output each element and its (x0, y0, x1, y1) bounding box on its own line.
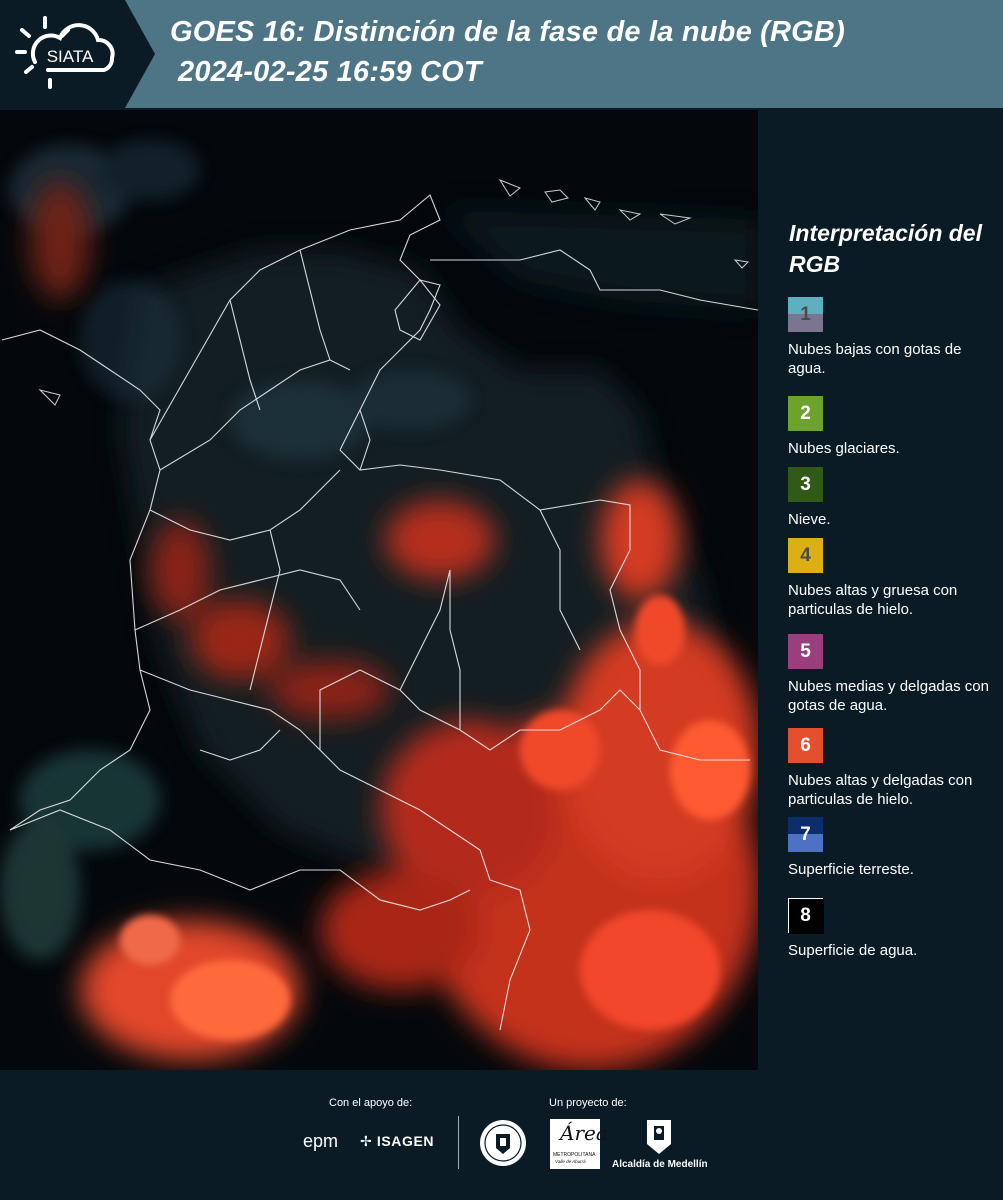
legend-swatch: 8 (788, 898, 824, 934)
legend-number: 2 (800, 402, 811, 424)
university-seal-icon[interactable] (478, 1118, 528, 1168)
satellite-map[interactable] (0, 110, 758, 1070)
legend-swatch: 2 (788, 396, 823, 431)
svg-text:SIATA: SIATA (47, 47, 94, 66)
legend-number: 7 (800, 823, 811, 845)
legend-swatch: 1 (788, 297, 823, 332)
epm-logo[interactable]: epm (303, 1131, 338, 1152)
legend-panel: Interpretación del RGB 1 Nubes bajas con … (760, 110, 1003, 1070)
legend-label: Superficie de agua. (788, 942, 918, 959)
legend-number: 1 (800, 303, 811, 325)
legend-swatch: 4 (788, 538, 823, 573)
support-label: Con el apoyo de: (329, 1097, 413, 1109)
legend-item-5: 5 Nubes medias y delgadas con gotas de ag… (788, 634, 998, 715)
alcaldia-label: Alcaldía de Medellín (612, 1159, 708, 1170)
footer: Con el apoyo de: Un proyecto de: epm ✢ I… (0, 1070, 1003, 1200)
legend-label: Nieve. (788, 511, 831, 528)
legend-item-4: 4 Nubes altas y gruesa con particulas de … (788, 538, 998, 619)
isagen-label: ISAGEN (376, 1133, 435, 1149)
siata-logo[interactable]: SIATA (0, 0, 155, 108)
header-bar: SIATA GOES 16: Distinción de la fase de … (0, 0, 1003, 108)
legend-item-3: 3 Nieve. (788, 467, 998, 529)
legend-number: 8 (800, 904, 811, 926)
legend-item-1: 1 Nubes bajas con gotas de agua. (788, 297, 998, 378)
page-timestamp: 2024-02-25 16:59 COT (178, 56, 482, 88)
legend-number: 6 (800, 734, 811, 756)
legend-label: Nubes bajas con gotas de agua. (788, 341, 962, 377)
legend-swatch: 3 (788, 467, 823, 502)
legend-label: Nubes altas y delgadas con particulas de… (788, 772, 973, 808)
legend-swatch: 5 (788, 634, 823, 669)
legend-item-7: 7 Superficie terreste. (788, 817, 998, 879)
isagen-icon: ✢ (360, 1133, 373, 1149)
legend-item-8: 8 Superficie de agua. (788, 898, 998, 960)
legend-item-2: 2 Nubes glaciares. (788, 396, 998, 458)
area-metropolitana-logo[interactable]: Área METROPOLITANA Valle de Aburrá (550, 1119, 608, 1169)
legend-label: Superficie terreste. (788, 861, 914, 878)
footer-divider (458, 1116, 459, 1169)
legend-title: Interpretación del RGB (789, 220, 982, 277)
legend-number: 3 (800, 473, 811, 495)
legend-swatch: 7 (788, 817, 823, 852)
legend-label: Nubes altas y gruesa con particulas de h… (788, 582, 958, 618)
page-title: GOES 16: Distinción de la fase de la nub… (170, 16, 845, 48)
legend-label: Nubes medias y delgadas con gotas de agu… (788, 678, 989, 714)
legend-swatch: 6 (788, 728, 823, 763)
alcaldia-shield-icon[interactable] (645, 1118, 673, 1156)
legend-number: 5 (800, 640, 811, 662)
legend-number: 4 (800, 544, 811, 566)
legend-label: Nubes glaciares. (788, 440, 900, 457)
project-label: Un proyecto de: (549, 1097, 627, 1109)
legend-item-6: 6 Nubes altas y delgadas con particulas d… (788, 728, 998, 809)
isagen-logo[interactable]: ✢ ISAGEN (360, 1133, 434, 1150)
